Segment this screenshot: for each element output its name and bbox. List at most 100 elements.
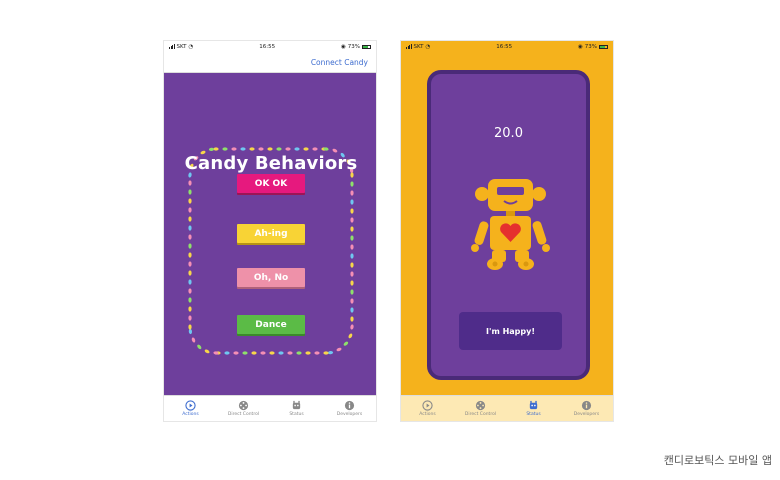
robot-face-icon	[529, 400, 538, 410]
candy-dot	[312, 147, 318, 151]
candy-dot	[188, 261, 192, 267]
candy-dot	[213, 147, 219, 151]
candy-dot	[350, 244, 354, 250]
signal-icon	[169, 44, 175, 49]
candy-dot	[208, 147, 215, 152]
candy-dot	[285, 147, 291, 151]
tab-status[interactable]: Status	[270, 396, 323, 421]
canvas: SKT ◔ 16:55 ◉ 73% Connect Candy Candy Be…	[0, 0, 780, 480]
candy-dot	[188, 198, 192, 204]
candy-dot	[350, 324, 354, 330]
tab-actions[interactable]: Actions	[164, 396, 217, 421]
candy-dot	[188, 234, 192, 240]
carrier-label: SKT	[176, 43, 187, 50]
candy-dot	[278, 351, 284, 355]
signal-icon	[406, 44, 412, 49]
candy-dot	[269, 351, 275, 355]
candy-dot	[323, 351, 329, 355]
status-card: 20.0 I'm Happy!	[427, 70, 590, 380]
ah-ing-button[interactable]: Ah-ing	[237, 224, 305, 243]
oh-no-button[interactable]: Oh, No	[237, 268, 305, 287]
candy-dot	[188, 270, 192, 276]
candy-dot	[188, 225, 192, 231]
candy-dot	[350, 316, 354, 322]
candy-dot	[350, 271, 354, 277]
nav-bar: Connect Candy	[164, 52, 376, 73]
candy-dot	[343, 341, 349, 346]
timer-readout: 20.0	[494, 126, 523, 141]
tab-developers[interactable]: Developers	[560, 396, 613, 421]
candy-dot	[249, 147, 255, 151]
candy-dot	[188, 315, 192, 321]
candy-robot-illustration	[471, 179, 550, 270]
page-title: Candy Behaviors	[184, 153, 358, 174]
tab-label: Status	[289, 412, 304, 417]
battery-icon	[362, 44, 371, 49]
candy-dot	[258, 147, 264, 151]
candy-dot	[348, 333, 353, 339]
candy-dot	[314, 351, 320, 355]
status-bar: SKT ◔ 16:55 ◉ 73%	[401, 41, 613, 52]
candy-dot	[350, 190, 354, 196]
candy-dot	[240, 147, 246, 151]
tab-label: Direct Control	[464, 412, 497, 417]
candy-dot	[350, 289, 354, 295]
candy-dot	[188, 252, 192, 258]
tab-bar: Actions Direct Control Status Developers	[401, 395, 613, 421]
candy-dot	[242, 351, 248, 355]
candy-dot	[188, 180, 192, 186]
caption-label: 캔디로보틱스 모바일 앱	[663, 454, 772, 467]
candy-dot	[350, 226, 354, 232]
battery-percent: 73%	[584, 43, 597, 50]
ok-ok-button[interactable]: OK OK	[237, 174, 305, 193]
candy-dot	[287, 351, 293, 355]
wifi-icon: ◔	[188, 43, 194, 50]
tab-direct-control[interactable]: Direct Control	[217, 396, 270, 421]
clock-label: 16:55	[496, 43, 513, 50]
happy-status-button[interactable]: I'm Happy!	[459, 312, 562, 350]
candy-dot	[188, 297, 192, 303]
candy-dot	[350, 217, 354, 223]
tab-status[interactable]: Status	[507, 396, 560, 421]
phone-actions-screen: SKT ◔ 16:55 ◉ 73% Connect Candy Candy Be…	[163, 40, 377, 422]
candy-dot	[188, 328, 193, 335]
tab-actions[interactable]: Actions	[401, 396, 454, 421]
candy-dot	[188, 216, 192, 222]
status-bar: SKT ◔ 16:55 ◉ 73%	[164, 41, 376, 52]
candy-dot	[305, 351, 311, 355]
candy-dot	[267, 147, 273, 151]
candy-dot	[188, 243, 192, 249]
phone-status-screen: SKT ◔ 16:55 ◉ 73% 20.0 I'm Happy! Action…	[400, 40, 614, 422]
candy-dot	[350, 262, 354, 268]
candy-dot	[350, 235, 354, 241]
candy-dot	[350, 298, 354, 304]
play-icon	[185, 400, 196, 411]
tab-label: Actions	[182, 412, 199, 417]
candy-dot	[188, 189, 192, 195]
battery-percent: 73%	[347, 43, 360, 50]
candy-dot	[350, 253, 354, 259]
dance-button[interactable]: Dance	[237, 315, 305, 334]
candy-dot	[350, 181, 354, 187]
candy-dot	[231, 147, 237, 151]
info-icon	[581, 400, 592, 411]
candy-dot	[233, 351, 239, 355]
tab-bar: Actions Direct Control Status Developers	[164, 395, 376, 421]
tab-label: Developers	[336, 412, 363, 417]
candy-dot	[327, 350, 334, 355]
carrier-label: SKT	[413, 43, 424, 50]
connect-candy-link[interactable]: Connect Candy	[311, 58, 368, 67]
tab-label: Status	[526, 412, 541, 417]
location-icon: ◉	[577, 43, 583, 50]
dpad-icon	[475, 400, 486, 411]
tab-direct-control[interactable]: Direct Control	[454, 396, 507, 421]
candy-dot	[350, 199, 354, 205]
candy-dot	[350, 280, 354, 286]
clock-label: 16:55	[259, 43, 276, 50]
robot-face-icon	[292, 400, 301, 410]
candy-dot	[188, 279, 192, 285]
tab-developers[interactable]: Developers	[323, 396, 376, 421]
candy-dot	[276, 147, 282, 151]
candy-dot	[303, 147, 309, 151]
candy-dot	[350, 208, 354, 214]
